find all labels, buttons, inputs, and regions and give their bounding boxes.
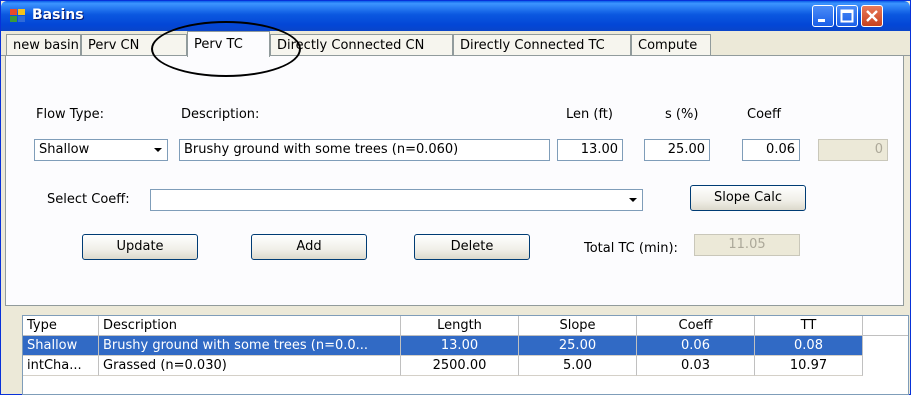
description-field[interactable]: Brushy ground with some trees (n=0.060) [179,139,550,161]
cell-tt[interactable]: 0.08 [755,336,863,356]
cell-length[interactable]: 2500.00 [401,356,519,376]
total-tc-label: Total TC (min): [584,241,678,256]
maximize-icon [840,9,854,23]
cell-type[interactable]: intCha... [23,356,99,376]
cell-slope[interactable]: 25.00 [519,336,637,356]
minimize-icon [818,19,825,22]
header-description[interactable]: Description [99,316,401,336]
description-label: Description: [181,107,260,122]
tab-directly-connected-cn[interactable]: Directly Connected CN [270,34,453,56]
coeff-label: Coeff [747,107,781,122]
tab-perv-cn[interactable]: Perv CN [81,34,187,56]
maximize-button[interactable] [836,5,858,27]
len-label: Len (ft) [566,107,613,122]
chevron-down-icon[interactable] [149,141,166,159]
cell-slope[interactable]: 5.00 [519,356,637,376]
title-bar[interactable]: Basins [1,1,910,31]
basins-window: Basins new basin Perv CN Perv TC Directl… [0,0,911,395]
delete-button[interactable]: Delete [414,234,530,260]
header-length[interactable]: Length [401,316,519,336]
cell-length[interactable]: 13.00 [401,336,519,356]
tab-perv-tc[interactable]: Perv TC [187,31,270,57]
close-button[interactable] [861,5,883,27]
slope-field[interactable]: 25.00 [644,139,710,161]
perv-tc-panel [5,56,904,306]
window-title: Basins [32,7,84,23]
flow-type-label: Flow Type: [36,107,105,122]
update-button[interactable]: Update [82,234,198,260]
cell-description[interactable]: Brushy ground with some trees (n=0.0... [99,336,401,356]
basin-tc-table[interactable]: Type Description Length Slope Coeff TT S… [22,315,909,395]
app-icon [10,9,26,23]
tab-compute[interactable]: Compute [631,34,711,56]
select-coeff-combo[interactable] [150,189,643,211]
cell-type[interactable]: Shallow [23,336,99,356]
extra-field: 0 [818,139,888,161]
total-tc-field: 11.05 [694,234,800,256]
flow-type-select[interactable]: Shallow [34,139,168,161]
add-button[interactable]: Add [251,234,367,260]
cell-coeff[interactable]: 0.03 [637,356,755,376]
header-filler [863,316,908,336]
header-type[interactable]: Type [23,316,99,336]
cell-coeff[interactable]: 0.06 [637,336,755,356]
coeff-field[interactable]: 0.06 [742,139,800,161]
header-slope[interactable]: Slope [519,316,637,336]
cell-description[interactable]: Grassed (n=0.030) [99,356,401,376]
chevron-down-icon[interactable] [624,191,641,209]
flow-type-value: Shallow [39,142,90,157]
slope-label: s (%) [665,107,699,122]
tab-new-basin[interactable]: new basin [6,34,81,56]
header-coeff[interactable]: Coeff [637,316,755,336]
tab-directly-connected-tc[interactable]: Directly Connected TC [453,34,631,56]
select-coeff-label: Select Coeff: [47,192,130,207]
header-tt[interactable]: TT [755,316,863,336]
minimize-button[interactable] [812,5,834,27]
cell-tt[interactable]: 10.97 [755,356,863,376]
close-icon [866,10,878,22]
len-field[interactable]: 13.00 [557,139,623,161]
slope-calc-button[interactable]: Slope Calc [690,185,806,211]
